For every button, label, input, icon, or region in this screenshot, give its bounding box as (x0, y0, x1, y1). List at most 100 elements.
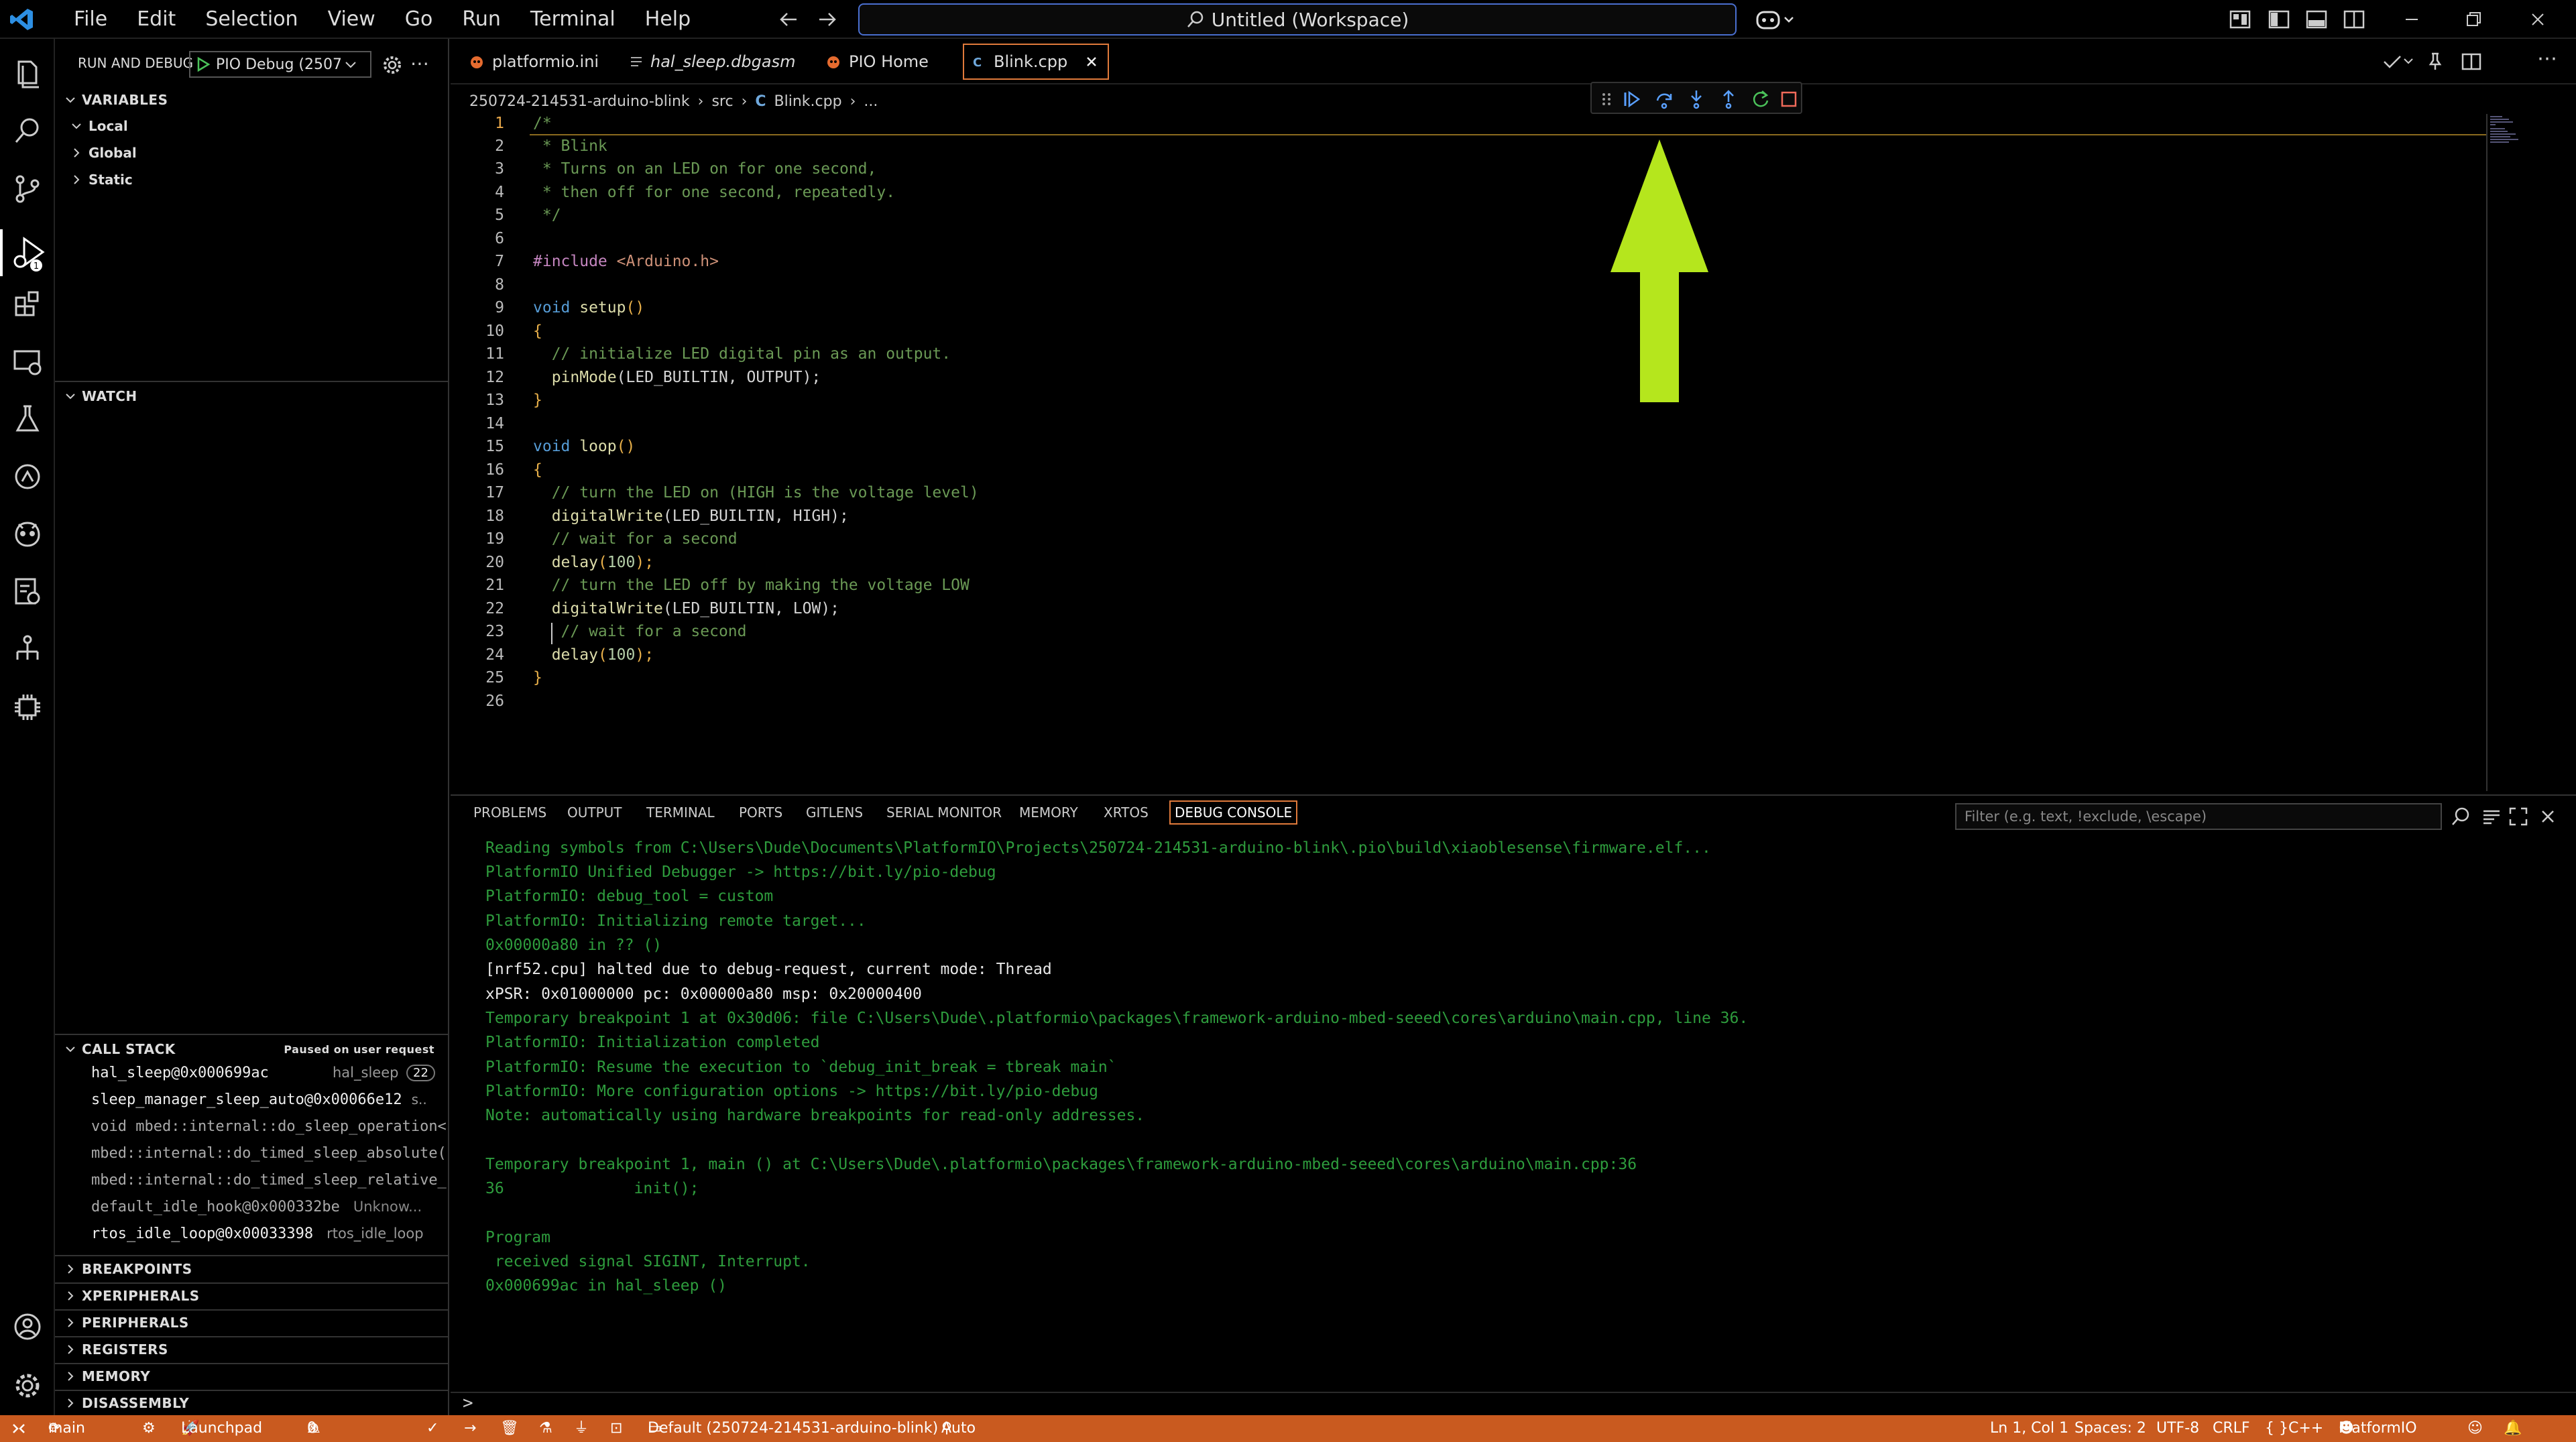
code-line[interactable]: void setup() (533, 299, 644, 316)
line-ending[interactable]: CRLF (2213, 1415, 2250, 1442)
code-line[interactable]: } (533, 669, 542, 686)
variables-scope-local[interactable]: Local (70, 118, 128, 134)
breadcrumb-file[interactable]: Blink.cpp (774, 93, 842, 110)
code-line[interactable]: // turn the LED on (HIGH is the voltage … (533, 484, 979, 501)
xperipherals-section-header[interactable]: XPERIPHERALS (55, 1283, 449, 1309)
close-panel-icon[interactable] (2537, 806, 2559, 827)
tab-memory[interactable]: MEMORY (1019, 804, 1078, 821)
menu-file[interactable]: File (59, 0, 122, 39)
code-line[interactable]: // wait for a second (533, 530, 738, 548)
manage-gear-icon[interactable] (11, 1369, 44, 1402)
code-line[interactable]: pinMode(LED_BUILTIN, OUTPUT); (533, 369, 821, 386)
sync-icon[interactable]: ⟳ (48, 1415, 60, 1442)
restart-icon[interactable] (1750, 88, 1771, 110)
toggle-secondary-sidebar-icon[interactable] (2343, 8, 2365, 31)
explorer-icon[interactable] (11, 56, 44, 90)
run-and-debug-icon[interactable]: 1 (0, 229, 54, 276)
peripheral-viewer-icon[interactable] (11, 575, 44, 609)
platformio-terminal-icon[interactable]: ⊡ (610, 1415, 622, 1442)
code-line[interactable]: digitalWrite(LED_BUILTIN, HIGH); (533, 507, 849, 525)
code-line[interactable]: // wait for a second (533, 623, 747, 640)
gitlens-status-icon[interactable]: ⚙ (142, 1415, 156, 1442)
indentation[interactable]: Spaces: 2 (2074, 1415, 2146, 1442)
testing-icon[interactable] (11, 402, 44, 436)
search-view-icon[interactable] (11, 114, 44, 147)
gitlens-icon[interactable] (11, 460, 44, 493)
tab-output[interactable]: OUTPUT (567, 804, 622, 821)
code-line[interactable]: // initialize LED digital pin as an outp… (533, 345, 951, 363)
find-icon[interactable] (2450, 806, 2471, 827)
remote-icon[interactable] (11, 1415, 27, 1442)
toggle-panel-icon[interactable] (2305, 8, 2328, 31)
close-window-icon[interactable] (2526, 8, 2549, 31)
close-tab-icon[interactable] (1084, 54, 1100, 70)
tab-hal-sleep-dbgasm[interactable]: hal_sleep.dbgasm (621, 44, 803, 79)
stack-frame[interactable]: void mbed::internal::do_sleep_operation<… (91, 1118, 447, 1135)
platformio-test-flask-icon[interactable]: ⚗ (539, 1415, 552, 1442)
tab-problems[interactable]: PROBLEMS (473, 804, 546, 821)
breakpoints-section-header[interactable]: BREAKPOINTS (55, 1256, 449, 1282)
copilot-status-icon[interactable]: ☺ (2467, 1415, 2483, 1442)
checkmark-icon[interactable] (2382, 51, 2414, 72)
stack-frame[interactable]: mbed::internal::do_timed_sleep_absolute(… (91, 1145, 447, 1162)
command-center-search[interactable]: Untitled (Workspace) (858, 3, 1737, 36)
forward-arrow-icon[interactable] (815, 8, 838, 31)
tab-platformio-ini[interactable]: platformio.ini (460, 44, 607, 79)
step-over-icon[interactable] (1653, 88, 1675, 110)
stack-frame[interactable]: hal_sleep@0x000699ac hal_sleep 22 (91, 1065, 447, 1081)
stack-frame[interactable]: default_idle_hook@0x000332be Unknow... (91, 1199, 447, 1215)
code-line[interactable]: digitalWrite(LED_BUILTIN, LOW); (533, 600, 839, 617)
code-line[interactable]: * Turns on an LED on for one second, (533, 160, 877, 178)
project-tree-icon[interactable] (11, 633, 44, 666)
tab-serial-monitor[interactable]: SERIAL MONITOR (886, 804, 1002, 821)
chip-icon[interactable] (11, 690, 44, 724)
stack-frame[interactable]: mbed::internal::do_timed_sleep_relative_… (91, 1172, 447, 1189)
tab-xrtos[interactable]: XRTOS (1104, 804, 1149, 821)
maximize-panel-icon[interactable] (2508, 806, 2529, 827)
stop-icon[interactable] (1779, 90, 1798, 109)
code-line[interactable]: */ (533, 206, 561, 224)
encoding[interactable]: UTF-8 (2156, 1415, 2199, 1442)
debug-settings-gear-icon[interactable] (381, 54, 404, 76)
breadcrumb-src[interactable]: src (711, 93, 733, 110)
menu-go[interactable]: Go (390, 0, 448, 39)
copilot-icon[interactable] (1755, 7, 1796, 32)
accounts-icon[interactable] (11, 1310, 44, 1343)
menu-terminal[interactable]: Terminal (516, 0, 630, 39)
debug-config-select[interactable]: PIO Debug (2507: (189, 51, 371, 78)
platformio-clean-trash-icon[interactable]: 🗑 (500, 1415, 519, 1442)
tab-terminal[interactable]: TERMINAL (646, 804, 715, 821)
memory-section-header[interactable]: MEMORY (55, 1364, 449, 1389)
language-mode[interactable]: { } C++ (2265, 1415, 2323, 1442)
code-line[interactable]: { (533, 322, 542, 340)
call-stack-section-header[interactable]: CALL STACK Paused on user request (55, 1036, 449, 1062)
tab-pio-home[interactable]: PIO Home (817, 44, 937, 79)
pin-icon[interactable] (2424, 51, 2446, 72)
code-line[interactable]: // turn the LED off by making the voltag… (533, 577, 970, 594)
code-line[interactable]: delay(100); (533, 646, 654, 664)
notifications-bell-icon[interactable]: 🔔 (2504, 1415, 2522, 1442)
peripherals-section-header[interactable]: PERIPHERALS (55, 1310, 449, 1335)
customize-layout-icon[interactable] (2229, 8, 2251, 31)
restore-icon[interactable] (2462, 8, 2485, 31)
editor-more-actions-icon[interactable]: ⋯ (2537, 47, 2557, 70)
menu-selection[interactable]: Selection (190, 0, 312, 39)
variables-section-header[interactable]: VARIABLES (55, 87, 449, 113)
start-debug-icon[interactable] (194, 56, 212, 73)
tab-debug-console[interactable]: DEBUG CONSOLE (1169, 800, 1298, 825)
code-line[interactable]: #include <Arduino.h> (533, 253, 719, 270)
breadcrumb-folder[interactable]: 250724-214531-arduino-blink (469, 93, 690, 110)
menu-view[interactable]: View (313, 0, 390, 39)
code-line[interactable]: * then off for one second, repeatedly. (533, 184, 895, 201)
code-line[interactable]: { (533, 461, 542, 479)
continue-icon[interactable] (1621, 88, 1643, 110)
variables-scope-static[interactable]: Static (70, 172, 133, 188)
extensions-icon[interactable] (11, 287, 44, 320)
menu-help[interactable]: Help (630, 0, 705, 39)
variables-scope-global[interactable]: Global (70, 145, 137, 161)
minimize-icon[interactable] (2400, 8, 2423, 31)
disassembly-section-header[interactable]: DISASSEMBLY (55, 1390, 449, 1416)
platformio-serial-plug-icon[interactable]: ⏚ (574, 1415, 589, 1442)
step-into-icon[interactable] (1686, 88, 1707, 110)
split-editor-icon[interactable] (2461, 51, 2482, 72)
